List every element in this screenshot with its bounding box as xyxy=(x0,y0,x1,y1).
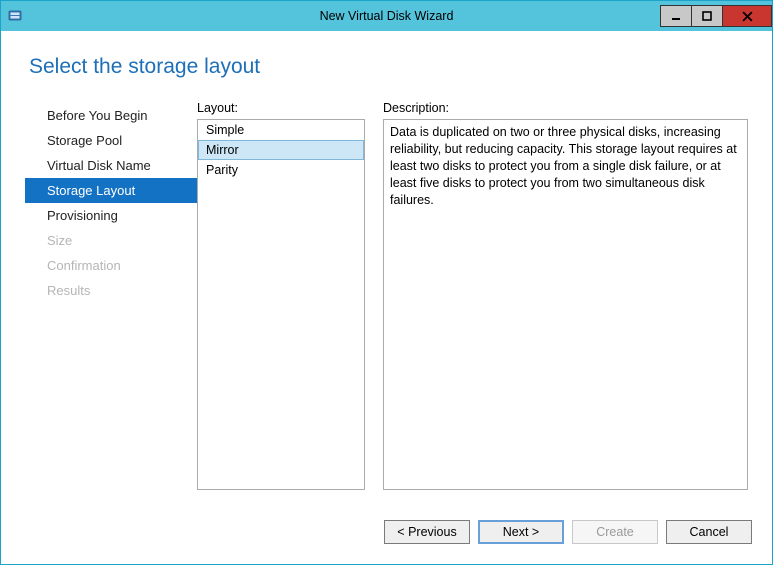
layout-column: Layout: SimpleMirrorParity xyxy=(197,101,365,490)
layout-label: Layout: xyxy=(197,101,365,115)
layout-option-mirror[interactable]: Mirror xyxy=(198,140,364,160)
body-row: Before You BeginStorage PoolVirtual Disk… xyxy=(25,101,748,490)
page-title: Select the storage layout xyxy=(29,55,748,79)
description-box: Data is duplicated on two or three physi… xyxy=(383,119,748,490)
window-title: New Virtual Disk Wizard xyxy=(1,9,772,23)
step-provisioning[interactable]: Provisioning xyxy=(25,203,197,228)
next-button[interactable]: Next > xyxy=(478,520,564,544)
content-area: Select the storage layout Before You Beg… xyxy=(1,31,772,500)
footer: < Previous Next > Create Cancel xyxy=(1,500,772,564)
layout-option-parity[interactable]: Parity xyxy=(198,160,364,180)
step-results: Results xyxy=(25,278,197,303)
titlebar: New Virtual Disk Wizard xyxy=(1,1,772,31)
minimize-button[interactable] xyxy=(660,5,692,27)
step-before-you-begin[interactable]: Before You Begin xyxy=(25,103,197,128)
create-button: Create xyxy=(572,520,658,544)
step-storage-layout[interactable]: Storage Layout xyxy=(25,178,197,203)
step-storage-pool[interactable]: Storage Pool xyxy=(25,128,197,153)
cancel-button[interactable]: Cancel xyxy=(666,520,752,544)
step-confirmation: Confirmation xyxy=(25,253,197,278)
step-nav: Before You BeginStorage PoolVirtual Disk… xyxy=(25,101,197,490)
window-controls xyxy=(661,5,772,27)
close-button[interactable] xyxy=(722,5,772,27)
step-size: Size xyxy=(25,228,197,253)
layout-listbox[interactable]: SimpleMirrorParity xyxy=(197,119,365,490)
step-virtual-disk-name[interactable]: Virtual Disk Name xyxy=(25,153,197,178)
maximize-button[interactable] xyxy=(691,5,723,27)
description-label: Description: xyxy=(383,101,748,115)
wizard-window: New Virtual Disk Wizard Select the stora… xyxy=(0,0,773,565)
layout-option-simple[interactable]: Simple xyxy=(198,120,364,140)
description-column: Description: Data is duplicated on two o… xyxy=(383,101,748,490)
app-icon xyxy=(7,8,23,24)
main-panels: Layout: SimpleMirrorParity Description: … xyxy=(197,101,748,490)
previous-button[interactable]: < Previous xyxy=(384,520,470,544)
